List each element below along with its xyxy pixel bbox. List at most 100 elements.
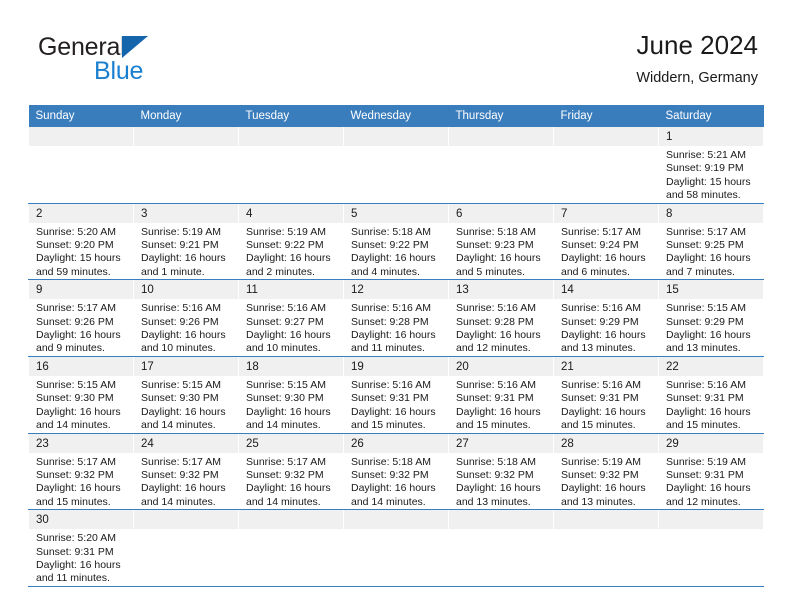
weekday-header-thursday: Thursday	[448, 105, 554, 127]
calendar-day-cell[interactable]: 13 Sunrise: 5:16 AM Sunset: 9:28 PM Dayligh…	[448, 279, 554, 357]
day-sun-info: Sunrise: 5:16 AM Sunset: 9:26 PM Daylight:…	[135, 299, 238, 355]
sunrise-text: Sunrise: 5:16 AM	[666, 378, 746, 391]
calendar-day-cell[interactable]: 16 Sunrise: 5:15 AM Sunset: 9:30 PM Dayligh…	[28, 356, 134, 434]
day-sun-info: Sunrise: 5:16 AM Sunset: 9:31 PM Daylight:…	[555, 376, 658, 432]
calendar-day-cell[interactable]: 25 Sunrise: 5:17 AM Sunset: 9:32 PM Dayligh…	[238, 433, 344, 511]
daylight-text: Daylight: 16 hours and 2 minutes.	[246, 252, 331, 278]
sunset-text: Sunset: 9:20 PM	[36, 239, 114, 252]
daylight-text: Daylight: 16 hours and 14 minutes.	[246, 482, 331, 508]
calendar-empty-cell	[448, 509, 554, 587]
page-title: June 2024	[636, 30, 758, 60]
daylight-text: Daylight: 16 hours and 13 minutes.	[456, 482, 541, 508]
day-number: 8	[659, 203, 763, 223]
calendar-day-cell[interactable]: 27 Sunrise: 5:18 AM Sunset: 9:32 PM Dayligh…	[448, 433, 554, 511]
calendar-empty-cell	[553, 509, 659, 587]
sunset-text: Sunset: 9:31 PM	[36, 545, 114, 558]
calendar-day-cell[interactable]: 1 Sunrise: 5:21 AM Sunset: 9:19 PM Daylight…	[658, 127, 764, 204]
day-sun-info: Sunrise: 5:15 AM Sunset: 9:30 PM Daylight:…	[240, 376, 343, 432]
daylight-text: Daylight: 16 hours and 15 minutes.	[351, 405, 436, 432]
calendar-day-cell[interactable]: 24 Sunrise: 5:17 AM Sunset: 9:32 PM Dayligh…	[133, 433, 239, 511]
calendar-week-row: 23 Sunrise: 5:17 AM Sunset: 9:32 PM Dayligh…	[28, 433, 764, 511]
calendar-day-cell[interactable]: 4 Sunrise: 5:19 AM Sunset: 9:22 PM Daylight…	[238, 203, 344, 281]
sunset-text: Sunset: 9:22 PM	[351, 239, 429, 252]
day-number: 6	[449, 203, 553, 223]
calendar-day-cell[interactable]: 28 Sunrise: 5:19 AM Sunset: 9:32 PM Dayligh…	[553, 433, 659, 511]
sunrise-text: Sunrise: 5:18 AM	[456, 225, 536, 238]
calendar-day-cell[interactable]: 19 Sunrise: 5:16 AM Sunset: 9:31 PM Dayligh…	[343, 356, 449, 434]
sunrise-text: Sunrise: 5:16 AM	[141, 302, 221, 315]
calendar-week-row: 2 Sunrise: 5:20 AM Sunset: 9:20 PM Daylight…	[28, 203, 764, 281]
day-number	[449, 127, 553, 146]
calendar-day-cell[interactable]: 15 Sunrise: 5:15 AM Sunset: 9:29 PM Dayligh…	[658, 279, 764, 357]
sunset-text: Sunset: 9:24 PM	[561, 239, 639, 252]
sunrise-text: Sunrise: 5:15 AM	[36, 378, 116, 391]
calendar-day-cell[interactable]: 10 Sunrise: 5:16 AM Sunset: 9:26 PM Dayligh…	[133, 279, 239, 357]
calendar-day-cell[interactable]: 20 Sunrise: 5:16 AM Sunset: 9:31 PM Dayligh…	[448, 356, 554, 434]
sunrise-text: Sunrise: 5:18 AM	[351, 455, 431, 468]
calendar-day-cell[interactable]: 11 Sunrise: 5:16 AM Sunset: 9:27 PM Dayligh…	[238, 279, 344, 357]
sunset-text: Sunset: 9:26 PM	[36, 315, 114, 328]
general-blue-logo[interactable]: General Blue	[38, 33, 198, 93]
sunrise-text: Sunrise: 5:16 AM	[561, 302, 641, 315]
calendar-day-cell[interactable]: 17 Sunrise: 5:15 AM Sunset: 9:30 PM Dayligh…	[133, 356, 239, 434]
title-block: June 2024 Widdern, Germany	[636, 28, 758, 88]
daylight-text: Daylight: 16 hours and 13 minutes.	[666, 329, 751, 355]
day-number	[344, 510, 448, 530]
day-number: 3	[134, 203, 238, 223]
calendar-day-cell[interactable]: 5 Sunrise: 5:18 AM Sunset: 9:22 PM Daylight…	[343, 203, 449, 281]
sunrise-text: Sunrise: 5:18 AM	[456, 455, 536, 468]
calendar-day-cell[interactable]: 14 Sunrise: 5:16 AM Sunset: 9:29 PM Dayligh…	[553, 279, 659, 357]
day-sun-info: Sunrise: 5:19 AM Sunset: 9:31 PM Daylight:…	[660, 453, 763, 509]
day-sun-info: Sunrise: 5:15 AM Sunset: 9:30 PM Daylight:…	[135, 376, 238, 432]
sunset-text: Sunset: 9:26 PM	[141, 315, 219, 328]
day-number: 23	[29, 433, 133, 453]
calendar-day-cell[interactable]: 7 Sunrise: 5:17 AM Sunset: 9:24 PM Daylight…	[553, 203, 659, 281]
sunrise-text: Sunrise: 5:15 AM	[246, 378, 326, 391]
calendar-day-cell[interactable]: 6 Sunrise: 5:18 AM Sunset: 9:23 PM Daylight…	[448, 203, 554, 281]
calendar-day-cell[interactable]: 22 Sunrise: 5:16 AM Sunset: 9:31 PM Dayligh…	[658, 356, 764, 434]
calendar-day-cell[interactable]: 9 Sunrise: 5:17 AM Sunset: 9:26 PM Daylight…	[28, 279, 134, 357]
calendar-day-cell[interactable]: 26 Sunrise: 5:18 AM Sunset: 9:32 PM Dayligh…	[343, 433, 449, 511]
calendar-day-cell[interactable]: 21 Sunrise: 5:16 AM Sunset: 9:31 PM Dayligh…	[553, 356, 659, 434]
daylight-text: Daylight: 16 hours and 10 minutes.	[246, 329, 331, 355]
logo-text-blue: Blue	[94, 57, 144, 85]
calendar-day-cell[interactable]: 3 Sunrise: 5:19 AM Sunset: 9:21 PM Daylight…	[133, 203, 239, 281]
sunset-text: Sunset: 9:30 PM	[246, 392, 324, 405]
calendar-day-cell[interactable]: 18 Sunrise: 5:15 AM Sunset: 9:30 PM Dayligh…	[238, 356, 344, 434]
day-number: 14	[554, 280, 658, 300]
sunrise-text: Sunrise: 5:17 AM	[36, 455, 116, 468]
sunrise-text: Sunrise: 5:18 AM	[351, 225, 431, 238]
day-sun-info: Sunrise: 5:21 AM Sunset: 9:19 PM Daylight:…	[660, 146, 763, 202]
calendar-week-row: 1 Sunrise: 5:21 AM Sunset: 9:19 PM Daylight…	[28, 127, 764, 204]
day-number: 26	[344, 433, 448, 453]
calendar-day-cell[interactable]: 30 Sunrise: 5:20 AM Sunset: 9:31 PM Dayligh…	[28, 509, 134, 587]
calendar-empty-cell	[28, 127, 134, 204]
weekday-header-sunday: Sunday	[28, 105, 134, 127]
calendar-day-cell[interactable]: 29 Sunrise: 5:19 AM Sunset: 9:31 PM Dayligh…	[658, 433, 764, 511]
daylight-text: Daylight: 16 hours and 14 minutes.	[36, 405, 121, 432]
day-number: 28	[554, 433, 658, 453]
calendar-day-cell[interactable]: 23 Sunrise: 5:17 AM Sunset: 9:32 PM Dayligh…	[28, 433, 134, 511]
calendar-week-row: 9 Sunrise: 5:17 AM Sunset: 9:26 PM Daylight…	[28, 279, 764, 357]
daylight-text: Daylight: 16 hours and 12 minutes.	[666, 482, 751, 508]
day-number: 10	[134, 280, 238, 300]
daylight-text: Daylight: 16 hours and 9 minutes.	[36, 329, 121, 355]
calendar-day-cell[interactable]: 8 Sunrise: 5:17 AM Sunset: 9:25 PM Daylight…	[658, 203, 764, 281]
sunset-text: Sunset: 9:28 PM	[456, 315, 534, 328]
day-number: 24	[134, 433, 238, 453]
calendar-day-cell[interactable]: 2 Sunrise: 5:20 AM Sunset: 9:20 PM Daylight…	[28, 203, 134, 281]
sunrise-text: Sunrise: 5:17 AM	[141, 455, 221, 468]
sunset-text: Sunset: 9:31 PM	[666, 392, 744, 405]
daylight-text: Daylight: 16 hours and 15 minutes.	[456, 405, 541, 432]
sunrise-text: Sunrise: 5:19 AM	[141, 225, 221, 238]
sunset-text: Sunset: 9:29 PM	[561, 315, 639, 328]
calendar-empty-cell	[553, 127, 659, 204]
daylight-text: Daylight: 16 hours and 13 minutes.	[561, 329, 646, 355]
daylight-text: Daylight: 16 hours and 10 minutes.	[141, 329, 226, 355]
sunset-text: Sunset: 9:23 PM	[456, 239, 534, 252]
day-sun-info: Sunrise: 5:17 AM Sunset: 9:32 PM Daylight:…	[135, 453, 238, 509]
calendar-day-cell[interactable]: 12 Sunrise: 5:16 AM Sunset: 9:28 PM Dayligh…	[343, 279, 449, 357]
daylight-text: Daylight: 16 hours and 15 minutes.	[36, 482, 121, 508]
day-number	[554, 127, 658, 146]
daylight-text: Daylight: 15 hours and 59 minutes.	[36, 252, 121, 278]
